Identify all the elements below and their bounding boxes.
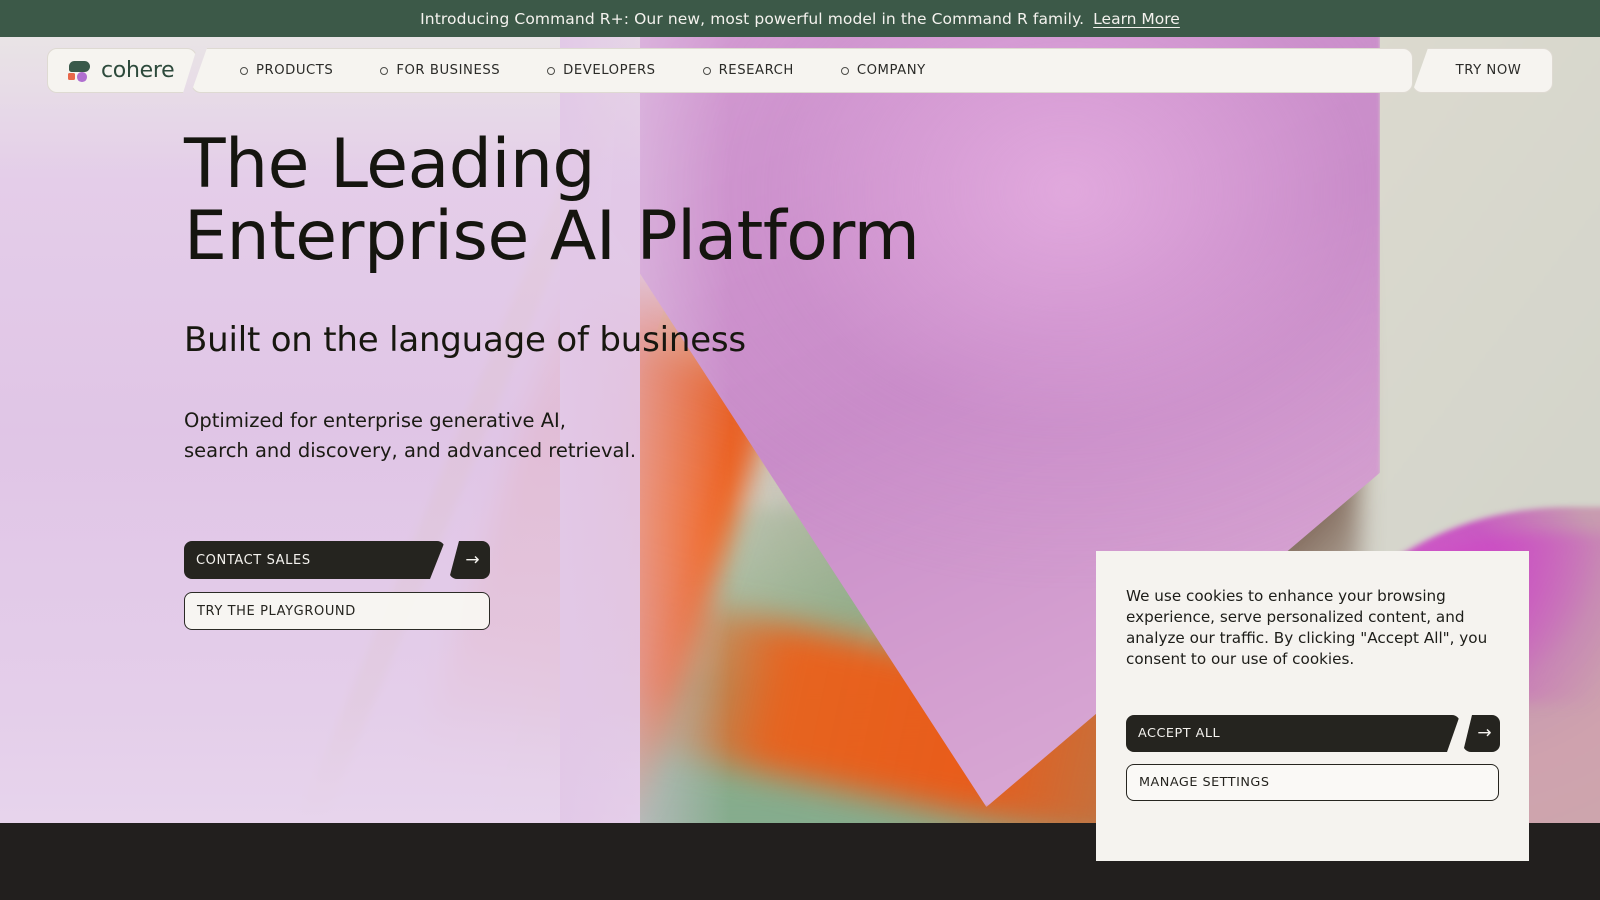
primary-navigation: PRODUCTS FOR BUSINESS DEVELOPERS RESEARC…: [191, 48, 1413, 93]
nav-label-developers: DEVELOPERS: [563, 63, 656, 78]
accept-all-label: ACCEPT ALL: [1138, 726, 1221, 741]
nav-label-company: COMPANY: [856, 63, 926, 78]
nav-label-research: RESEARCH: [718, 63, 794, 78]
logo-wordmark: cohere: [101, 58, 175, 83]
try-the-playground-label: TRY THE PLAYGROUND: [197, 603, 356, 619]
try-now-label: TRY NOW: [1455, 63, 1522, 78]
nav-item-products[interactable]: PRODUCTS: [240, 63, 333, 78]
contact-sales-arrow-button[interactable]: →: [449, 541, 490, 579]
announcement-learn-more-link[interactable]: Learn More: [1093, 10, 1180, 28]
nav-item-company[interactable]: COMPANY: [840, 63, 926, 78]
nav-label-for-business: FOR BUSINESS: [396, 63, 501, 78]
accept-all-group: ACCEPT ALL →: [1126, 715, 1500, 752]
page-title: The Leading Enterprise AI Platform: [184, 125, 920, 276]
hero-cta-group: CONTACT SALES → TRY THE PLAYGROUND: [184, 541, 504, 630]
cookie-consent-banner: We use cookies to enhance your browsing …: [1096, 551, 1529, 861]
try-now-button[interactable]: TRY NOW: [1412, 48, 1553, 93]
cohere-logo-icon: [67, 61, 92, 81]
hero-body-text: Optimized for enterprise generative AI, …: [184, 409, 637, 462]
logo-button[interactable]: cohere: [47, 48, 197, 93]
try-the-playground-button[interactable]: TRY THE PLAYGROUND: [184, 592, 490, 630]
site-header: cohere PRODUCTS FOR BUSINESS DEVELOPERS …: [0, 48, 1600, 94]
circle-bullet-icon: [840, 66, 849, 75]
contact-sales-button[interactable]: CONTACT SALES: [184, 541, 445, 579]
nav-item-research[interactable]: RESEARCH: [702, 63, 794, 78]
nav-item-for-business[interactable]: FOR BUSINESS: [380, 63, 500, 78]
contact-sales-label: CONTACT SALES: [196, 552, 311, 568]
accept-all-button[interactable]: ACCEPT ALL: [1126, 715, 1460, 752]
cookie-message: We use cookies to enhance your browsing …: [1126, 587, 1488, 668]
hero-copy: The Leading Enterprise AI Platform Built…: [184, 129, 1084, 466]
circle-bullet-icon: [240, 66, 248, 75]
manage-settings-button[interactable]: MANAGE SETTINGS: [1126, 764, 1499, 801]
nav-item-developers[interactable]: DEVELOPERS: [547, 63, 655, 78]
announcement-bar: Introducing Command R+: Our new, most po…: [0, 0, 1600, 37]
accept-all-arrow-button[interactable]: →: [1463, 715, 1500, 752]
circle-bullet-icon: [702, 66, 711, 75]
announcement-text: Introducing Command R+: Our new, most po…: [420, 9, 1085, 28]
circle-bullet-icon: [380, 66, 389, 75]
page-root: Introducing Command R+: Our new, most po…: [0, 0, 1600, 900]
contact-sales-group: CONTACT SALES →: [184, 541, 490, 579]
cookie-actions: ACCEPT ALL → MANAGE SETTINGS: [1126, 715, 1500, 801]
nav-label-products: PRODUCTS: [256, 63, 334, 78]
arrow-right-icon: →: [1477, 723, 1492, 743]
circle-bullet-icon: [547, 66, 556, 75]
arrow-right-icon: →: [465, 549, 480, 570]
hero-subheadline: Built on the language of business: [184, 320, 746, 360]
manage-settings-label: MANAGE SETTINGS: [1139, 775, 1270, 790]
